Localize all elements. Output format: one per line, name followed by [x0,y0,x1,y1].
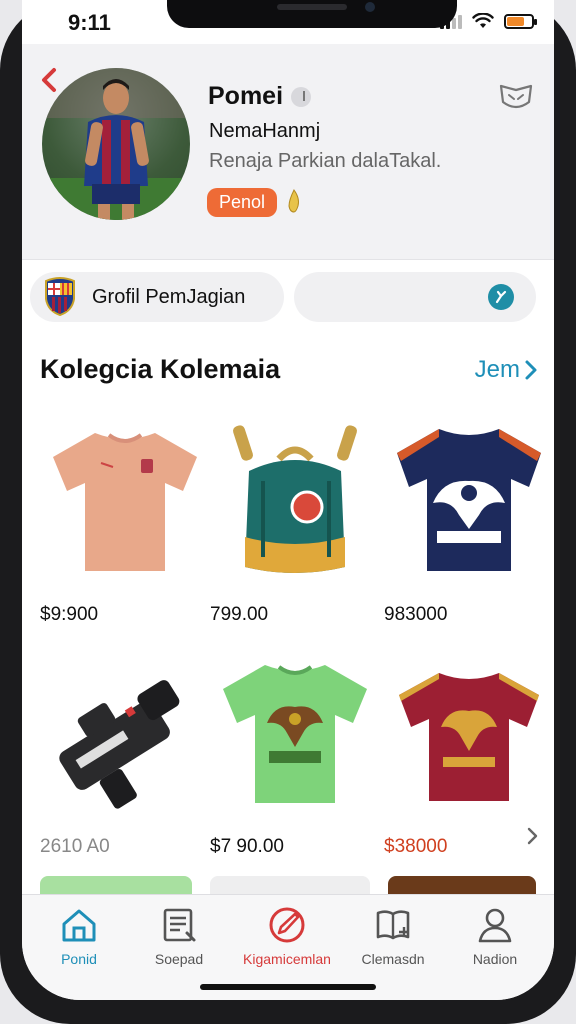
product-image [384,414,554,584]
phone-frame: 9:11 Pomei NemaHanmj Renaja Parkian dala… [0,0,576,1024]
app-screen: 9:11 Pomei NemaHanmj Renaja Parkian dala… [22,0,554,1000]
battery-icon [504,13,537,29]
see-all-link[interactable]: Jem [475,356,538,384]
jersey-icon [399,673,539,801]
status-badge[interactable]: Penol [207,188,278,217]
club-filter-chip[interactable]: Grofil PemJagian [30,272,284,322]
profile-name: Pomei [208,82,284,110]
section-title: Kolegcia Kolemaia [40,354,281,384]
tab-search-label: Soepad [154,951,204,967]
person-icon [478,908,512,943]
home-indicator[interactable] [200,984,376,990]
product-price: $9:900 [40,604,99,625]
backpack-icon [233,425,357,573]
product-card[interactable]: $9:900 [40,414,210,634]
chevron-right-icon [525,360,537,380]
product-card[interactable]: 799.00 [210,414,380,634]
product-card[interactable]: 983000 [384,414,554,634]
see-all-label: Jem [474,356,520,383]
jersey-icon [397,429,541,571]
avatar[interactable] [42,68,190,220]
tab-profile[interactable]: Nadion [442,905,548,975]
tab-home[interactable]: Ponid [26,905,132,975]
profile-bio: Renaja Parkian dalaTakal. [209,150,442,172]
product-image [40,414,210,584]
profile-handle: NemaHanmj [209,120,321,142]
pen-circle-icon [269,907,305,943]
jersey-icon [53,433,197,571]
product-price: $38000 [384,836,448,857]
flame-icon [288,189,299,213]
profile-header: Pomei NemaHanmj Renaja Parkian dalaTakal… [22,44,554,260]
wifi-icon [472,13,494,28]
status-time: 9:11 [68,10,111,35]
tab-search[interactable]: Soepad [126,905,232,975]
mask-icon[interactable] [498,82,534,112]
camera-icon [59,680,180,809]
chevron-right-icon[interactable] [526,826,540,846]
verified-icon [291,86,312,107]
speaker [277,4,347,10]
tab-home-label: Ponid [61,951,97,967]
tab-create-label: Kigamicemlan [243,951,331,967]
product-card[interactable]: $7 90.00 [210,646,380,866]
product-price: 2610 A0 [40,836,110,857]
home-icon [62,909,96,942]
product-price: 983000 [384,604,448,625]
player-photo [42,68,190,220]
back-arrow-icon[interactable] [38,66,60,94]
product-image [210,414,380,584]
leaf-icon [495,290,507,304]
product-image [40,646,210,816]
product-image [210,646,380,816]
tab-library-label: Clemasdn [361,951,425,967]
tab-profile-label: Nadion [472,951,518,967]
product-price: 799.00 [210,604,269,625]
profile-name-row: Pomei [208,82,312,111]
front-camera [365,2,375,12]
club-crest-icon [45,277,75,317]
tab-library[interactable]: Clemasdn [340,905,446,975]
product-image [384,646,554,816]
product-card[interactable]: 2610 A0 [40,646,210,866]
document-icon [163,908,196,942]
notch [167,0,457,28]
filter-row: Grofil PemJagian [22,272,554,326]
tab-create[interactable]: Kigamicemlan [234,905,340,975]
search-button[interactable] [488,284,514,310]
search-field[interactable] [294,272,536,322]
product-price: $7 90.00 [210,836,284,857]
book-icon [376,910,410,940]
jersey-icon [223,665,367,803]
club-chip-label: Grofil PemJagian [92,285,246,308]
